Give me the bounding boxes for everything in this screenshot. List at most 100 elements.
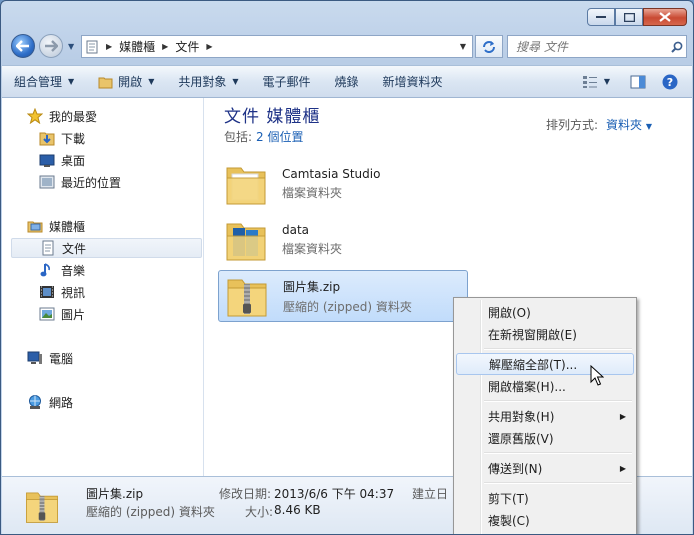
refresh-button[interactable] (475, 35, 503, 58)
nav-label: 網路 (49, 395, 74, 410)
sort-dropdown[interactable]: 資料夾 ▼ (606, 118, 652, 132)
help-button[interactable]: ? (654, 74, 692, 90)
close-button[interactable] (643, 8, 687, 26)
folder-icon (226, 223, 266, 261)
refresh-icon (483, 40, 495, 53)
address-history-dropdown[interactable]: ▼ (454, 42, 472, 51)
menu-label: 複製(C) (488, 513, 530, 528)
share-with-menu[interactable]: 共用對象 ▼ (166, 66, 250, 97)
file-type: 壓縮的 (zipped) 資料夾 (283, 299, 412, 314)
menu-label: 在新視窗開啟(E) (488, 327, 577, 342)
zip-folder-icon (227, 279, 267, 317)
address-bar[interactable]: ▶ 媒體櫃 ▶ 文件 ▶ ▼ (81, 35, 473, 58)
recent-places-icon (39, 174, 55, 190)
search-box (507, 35, 687, 58)
menu-item-send-to[interactable]: 傳送到(N) ▶ (456, 457, 634, 479)
menu-item-open-archive[interactable]: 開啟檔案(H)... (456, 375, 634, 397)
nav-label: 視訊 (61, 285, 86, 300)
search-input[interactable] (514, 38, 668, 55)
search-icon[interactable] (668, 41, 686, 53)
library-title: 文件 媒體櫃 (224, 107, 321, 127)
new-folder-button[interactable]: 新增資料夾 (371, 66, 455, 97)
nav-item-libraries[interactable]: 媒體櫃 (27, 216, 85, 236)
menu-separator (484, 400, 632, 402)
help-icon: ? (662, 74, 678, 89)
nav-item-favorites[interactable]: 我的最愛 (27, 106, 97, 126)
submenu-arrow-icon: ▶ (619, 463, 626, 473)
menu-separator (484, 348, 632, 350)
nav-item-documents[interactable]: 文件 (11, 238, 202, 258)
star-icon (27, 108, 43, 124)
file-type: 檔案資料夾 (282, 186, 343, 200)
menu-label: 開啟檔案(H)... (488, 379, 566, 394)
context-menu: 開啟(O) 在新視窗開啟(E) 解壓縮全部(T)... 開啟檔案(H)... 共… (453, 297, 637, 534)
file-item-selected[interactable]: 圖片集.zip 壓縮的 (zipped) 資料夾 (218, 270, 468, 322)
burn-label: 燒錄 (334, 75, 359, 89)
documents-icon (40, 240, 56, 256)
file-item[interactable]: data 檔案資料夾 (218, 214, 468, 266)
libraries-icon (27, 218, 43, 234)
open-button[interactable]: 開啟 ▼ (86, 66, 166, 97)
menu-item-copy[interactable]: 複製(C) (456, 509, 634, 531)
nav-label: 文件 (62, 241, 87, 256)
arrow-left-icon (16, 40, 29, 52)
minimize-button[interactable] (587, 8, 615, 26)
nav-item-computer[interactable]: 電腦 (27, 348, 73, 368)
preview-pane-button[interactable] (622, 75, 654, 89)
back-button[interactable] (11, 34, 35, 58)
details-created-label: 建立日 (412, 487, 449, 501)
menu-item-cut[interactable]: 剪下(T) (456, 487, 634, 509)
nav-label: 電腦 (49, 351, 74, 366)
chevron-right-icon[interactable]: ▶ (158, 42, 172, 51)
details-size-label: 大小: (245, 505, 274, 519)
details-file-type: 壓縮的 (zipped) 資料夾 (86, 505, 215, 519)
file-name: data (282, 223, 310, 237)
network-icon (27, 394, 43, 410)
nav-item-pictures[interactable]: 圖片 (39, 304, 85, 324)
close-icon (659, 12, 671, 22)
chevron-down-icon: ▼ (68, 77, 75, 86)
organize-menu[interactable]: 組合管理 ▼ (2, 66, 86, 97)
organize-label: 組合管理 (14, 75, 63, 89)
nav-item-videos[interactable]: 視訊 (39, 282, 85, 302)
menu-item-share-with[interactable]: 共用對象(H) ▶ (456, 405, 634, 427)
email-button[interactable]: 電子郵件 (251, 66, 323, 97)
menu-separator (484, 452, 632, 454)
pictures-icon (39, 306, 55, 322)
includes-locations-link[interactable]: 2 個位置 (256, 130, 303, 144)
svg-text:?: ? (667, 76, 673, 89)
file-item[interactable]: Camtasia Studio 檔案資料夾 (218, 158, 468, 210)
nav-item-network[interactable]: 網路 (27, 392, 73, 412)
address-root-icon[interactable] (82, 36, 102, 57)
address-segment-libraries[interactable]: 媒體櫃 (116, 36, 158, 57)
chevron-right-icon[interactable]: ▶ (202, 42, 216, 51)
recent-pages-dropdown[interactable]: ▼ (68, 42, 74, 51)
menu-item-open[interactable]: 開啟(O) (456, 301, 634, 323)
menu-label: 開啟(O) (488, 305, 531, 320)
chevron-right-icon[interactable]: ▶ (102, 42, 116, 51)
view-options-button[interactable]: ▼ (570, 75, 622, 89)
forward-button[interactable] (39, 34, 63, 58)
share-label: 共用對象 (178, 75, 227, 89)
folder-icon (226, 167, 266, 205)
menu-item-restore-previous[interactable]: 還原舊版(V) (456, 427, 634, 449)
nav-item-desktop[interactable]: 桌面 (39, 150, 85, 170)
menu-label: 解壓縮全部(T)... (489, 357, 578, 372)
maximize-button[interactable] (615, 8, 643, 26)
email-label: 電子郵件 (262, 75, 311, 89)
chevron-down-icon: ▼ (603, 77, 610, 86)
downloads-folder-icon (39, 130, 55, 146)
chevron-down-icon: ▼ (148, 77, 155, 86)
nav-item-downloads[interactable]: 下載 (39, 128, 85, 148)
nav-label: 媒體櫃 (49, 219, 86, 234)
minimize-icon (596, 16, 606, 18)
view-details-icon (582, 75, 597, 88)
computer-icon (27, 350, 43, 366)
burn-button[interactable]: 燒錄 (323, 66, 371, 97)
address-segment-documents[interactable]: 文件 (172, 36, 202, 57)
folder-open-icon (98, 77, 113, 88)
menu-item-open-new-window[interactable]: 在新視窗開啟(E) (456, 323, 634, 345)
menu-item-extract-all[interactable]: 解壓縮全部(T)... (456, 353, 634, 375)
nav-item-music[interactable]: 音樂 (39, 260, 85, 280)
nav-item-recent[interactable]: 最近的位置 (39, 172, 121, 192)
